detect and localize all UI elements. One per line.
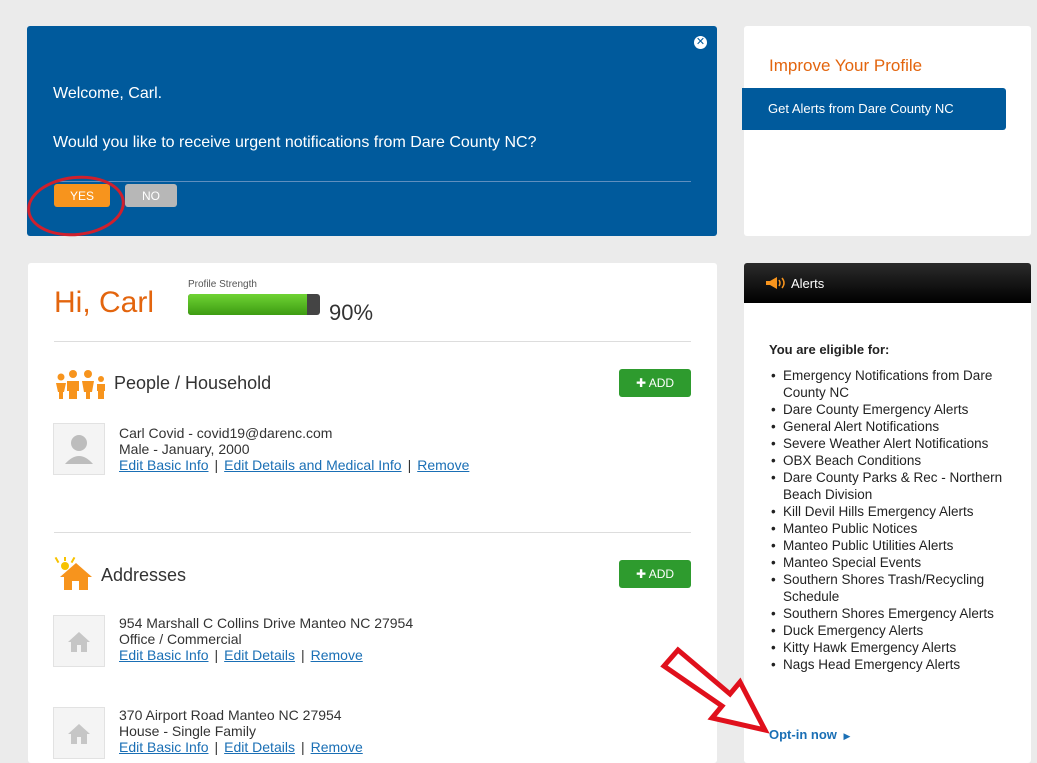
address-info: 370 Airport Road Manteo NC 27954 House -…: [119, 707, 363, 755]
address-line: 370 Airport Road Manteo NC 27954: [119, 707, 342, 723]
list-item: Southern Shores Trash/Recycling Schedule: [767, 571, 1029, 605]
add-person-button[interactable]: ✚ ADD: [619, 369, 691, 397]
list-item: Manteo Public Utilities Alerts: [767, 537, 1029, 554]
add-address-label: ADD: [648, 567, 675, 581]
person-silhouette-icon: [65, 435, 93, 464]
profile-strength-bar: [188, 294, 320, 315]
list-item: Southern Shores Emergency Alerts: [767, 605, 1029, 622]
list-item: General Alert Notifications: [767, 418, 1029, 435]
section-divider: [54, 532, 691, 533]
list-item: OBX Beach Conditions: [767, 452, 1029, 469]
list-item: Kill Devil Hills Emergency Alerts: [767, 503, 1029, 520]
address-thumbnail[interactable]: [53, 707, 105, 759]
plus-icon: ✚: [635, 376, 647, 390]
add-person-label: ADD: [648, 376, 675, 390]
red-arrow-annotation: [660, 646, 770, 734]
address-thumbnail[interactable]: [53, 615, 105, 667]
house-outline-icon: [68, 724, 90, 744]
list-item: Dare County Emergency Alerts: [767, 401, 1029, 418]
profile-greeting: Hi, Carl: [54, 286, 155, 319]
section-divider: [54, 341, 691, 342]
address-links: Edit Basic Info | Edit Details | Remove: [119, 647, 363, 663]
person-avatar[interactable]: [53, 423, 105, 475]
remove-address-link[interactable]: Remove: [311, 647, 363, 663]
people-section-title: People / Household: [114, 373, 272, 393]
address-type: House - Single Family: [119, 723, 256, 739]
profile-strength-fill: [188, 294, 307, 315]
improve-profile-panel: Improve Your Profile Get Alerts from Dar…: [742, 26, 1031, 236]
list-item: Severe Weather Alert Notifications: [767, 435, 1029, 452]
eligible-title: You are eligible for:: [769, 342, 890, 357]
list-item: Kitty Hawk Emergency Alerts: [767, 639, 1029, 656]
address-type: Office / Commercial: [119, 631, 242, 647]
edit-details-medical-link[interactable]: Edit Details and Medical Info: [224, 457, 401, 473]
megaphone-icon: [766, 277, 785, 289]
edit-basic-info-link[interactable]: Edit Basic Info: [119, 457, 209, 473]
address-info: 954 Marshall C Collins Drive Manteo NC 2…: [119, 615, 413, 663]
opt-in-link[interactable]: Opt-in now ▶: [769, 727, 850, 742]
list-item: Nags Head Emergency Alerts: [767, 656, 1029, 673]
close-icon[interactable]: ✕: [694, 36, 707, 49]
list-item: Emergency Notifications from Dare County…: [767, 367, 1029, 401]
get-alerts-button[interactable]: Get Alerts from Dare County NC: [742, 88, 1006, 130]
improve-profile-title: Improve Your Profile: [769, 56, 923, 75]
remove-person-link[interactable]: Remove: [417, 457, 469, 473]
welcome-divider: [53, 181, 691, 182]
edit-details-link[interactable]: Edit Details: [224, 647, 295, 663]
person-gender-birth: Male - January, 2000: [119, 441, 250, 457]
profile-strength-value: 90%: [329, 300, 374, 325]
profile-panel: Hi, Carl Profile Strength 90% People / H…: [28, 263, 717, 763]
no-button[interactable]: NO: [125, 184, 177, 207]
person-info: Carl Covid - covid19@darenc.com Male - J…: [119, 425, 469, 473]
list-item: Dare County Parks & Rec - Northern Beach…: [767, 469, 1029, 503]
plus-icon: ✚: [635, 567, 647, 581]
house-outline-icon: [68, 632, 90, 652]
person-name-email: Carl Covid - covid19@darenc.com: [119, 425, 333, 441]
alerts-panel: Alerts You are eligible for: Emergency N…: [744, 263, 1031, 763]
notification-question: Would you like to receive urgent notific…: [53, 134, 537, 151]
eligible-alerts-list: Emergency Notifications from Dare County…: [767, 367, 1029, 673]
person-links: Edit Basic Info | Edit Details and Medical…: [119, 457, 470, 473]
opt-in-label: Opt-in now: [769, 727, 837, 742]
edit-basic-info-link[interactable]: Edit Basic Info: [119, 647, 209, 663]
list-item: Manteo Special Events: [767, 554, 1029, 571]
alerts-header: Alerts: [744, 263, 1031, 303]
welcome-greeting: Welcome, Carl.: [53, 85, 163, 102]
house-icon: [54, 557, 92, 590]
caret-right-icon: ▶: [843, 731, 851, 741]
alerts-header-label: Alerts: [791, 276, 825, 291]
add-address-button[interactable]: ✚ ADD: [619, 560, 691, 588]
address-line: 954 Marshall C Collins Drive Manteo NC 2…: [119, 615, 414, 631]
people-icon: [56, 370, 105, 399]
profile-strength-label: Profile Strength: [188, 279, 257, 290]
list-item: Manteo Public Notices: [767, 520, 1029, 537]
welcome-panel: ✕ Welcome, Carl. Would you like to recei…: [24, 26, 717, 241]
list-item: Duck Emergency Alerts: [767, 622, 1029, 639]
addresses-section-title: Addresses: [101, 565, 187, 585]
